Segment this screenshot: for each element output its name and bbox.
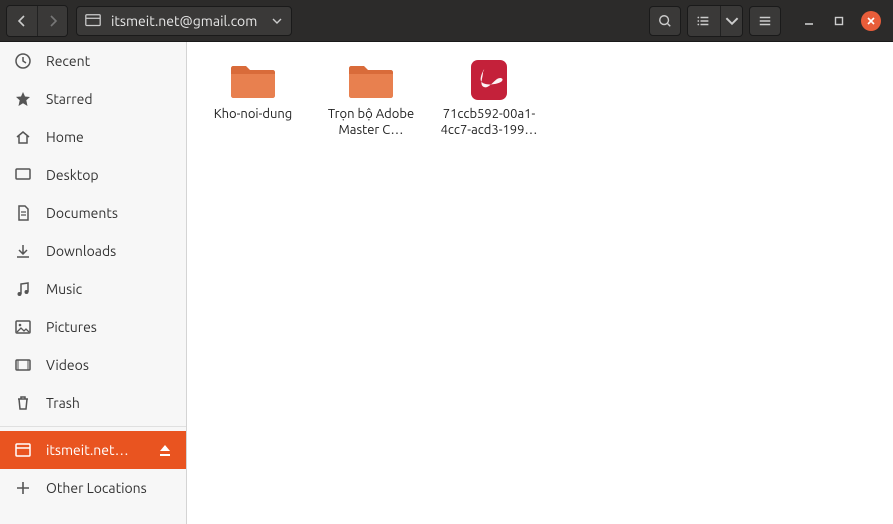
eject-button[interactable] [158,443,172,457]
nav-buttons [6,5,68,37]
plus-icon [14,479,32,497]
sidebar: Recent Starred Home Desktop Documents Do… [0,42,187,524]
sidebar-label: Music [46,281,172,297]
view-mode-group [687,5,743,37]
hamburger-menu-button[interactable] [749,6,781,36]
trash-icon [14,394,32,412]
sidebar-item-videos[interactable]: Videos [0,346,186,384]
sidebar-label: Documents [46,205,172,221]
sidebar-label: Other Locations [46,480,172,496]
back-button[interactable] [7,6,37,36]
sidebar-label: Downloads [46,243,172,259]
drive-icon [14,441,32,459]
path-bar[interactable]: itsmeit.net@gmail.com [76,6,292,36]
file-name: Kho-noi-dung [214,106,293,122]
downloads-icon [14,242,32,260]
maximize-button[interactable] [831,13,847,29]
sidebar-label: Pictures [46,319,172,335]
chevron-left-icon [16,15,28,27]
clock-icon [14,52,32,70]
close-button[interactable] [861,11,881,31]
search-icon [658,14,672,28]
file-item-folder[interactable]: Kho-noi-dung [197,54,309,126]
file-name: Trọn bộ Adobe Master C… [317,106,425,139]
home-icon [14,128,32,146]
body: Recent Starred Home Desktop Documents Do… [0,42,893,524]
pdf-icon [463,58,515,102]
music-icon [14,280,32,298]
folder-icon [345,58,397,102]
hamburger-icon [758,14,772,28]
sidebar-divider [0,426,186,427]
list-icon [697,14,711,28]
file-name: 71ccb592-00a1-4cc7-acd3-199… [435,106,543,139]
chevron-right-icon [47,15,59,27]
sidebar-item-pictures[interactable]: Pictures [0,308,186,346]
file-item-pdf[interactable]: 71ccb592-00a1-4cc7-acd3-199… [433,54,545,143]
videos-icon [14,356,32,374]
sidebar-item-music[interactable]: Music [0,270,186,308]
list-view-button[interactable] [688,6,720,36]
sidebar-label: Videos [46,357,172,373]
sidebar-label: itsmeit.net… [46,442,144,458]
sidebar-item-mount[interactable]: itsmeit.net… [0,431,186,469]
minimize-button[interactable] [801,13,817,29]
sidebar-label: Trash [46,395,172,411]
file-item-folder[interactable]: Trọn bộ Adobe Master C… [315,54,427,143]
sidebar-label: Starred [46,91,172,107]
sidebar-label: Home [46,129,172,145]
sidebar-item-starred[interactable]: Starred [0,80,186,118]
caret-down-icon [725,14,739,28]
forward-button[interactable] [37,6,67,36]
sidebar-item-trash[interactable]: Trash [0,384,186,422]
search-button[interactable] [649,6,681,36]
maximize-icon [834,16,844,26]
documents-icon [14,204,32,222]
pictures-icon [14,318,32,336]
caret-down-icon [272,18,282,24]
sidebar-item-home[interactable]: Home [0,118,186,156]
sidebar-item-downloads[interactable]: Downloads [0,232,186,270]
close-icon [866,16,876,26]
folder-icon [227,58,279,102]
minimize-icon [804,16,814,26]
google-drive-icon [81,9,105,33]
titlebar: itsmeit.net@gmail.com [0,0,893,42]
sidebar-item-recent[interactable]: Recent [0,42,186,80]
toolbar-right [649,5,887,37]
sidebar-label: Desktop [46,167,172,183]
window-controls [801,11,881,31]
view-dropdown-button[interactable] [720,6,742,36]
sidebar-item-documents[interactable]: Documents [0,194,186,232]
star-icon [14,90,32,108]
sidebar-label: Recent [46,53,172,69]
path-dropdown[interactable] [267,9,287,33]
desktop-icon [14,166,32,184]
sidebar-item-other-locations[interactable]: Other Locations [0,469,186,507]
content-area[interactable]: Kho-noi-dung Trọn bộ Adobe Master C… 71c… [187,42,893,524]
path-label: itsmeit.net@gmail.com [105,13,263,29]
sidebar-item-desktop[interactable]: Desktop [0,156,186,194]
